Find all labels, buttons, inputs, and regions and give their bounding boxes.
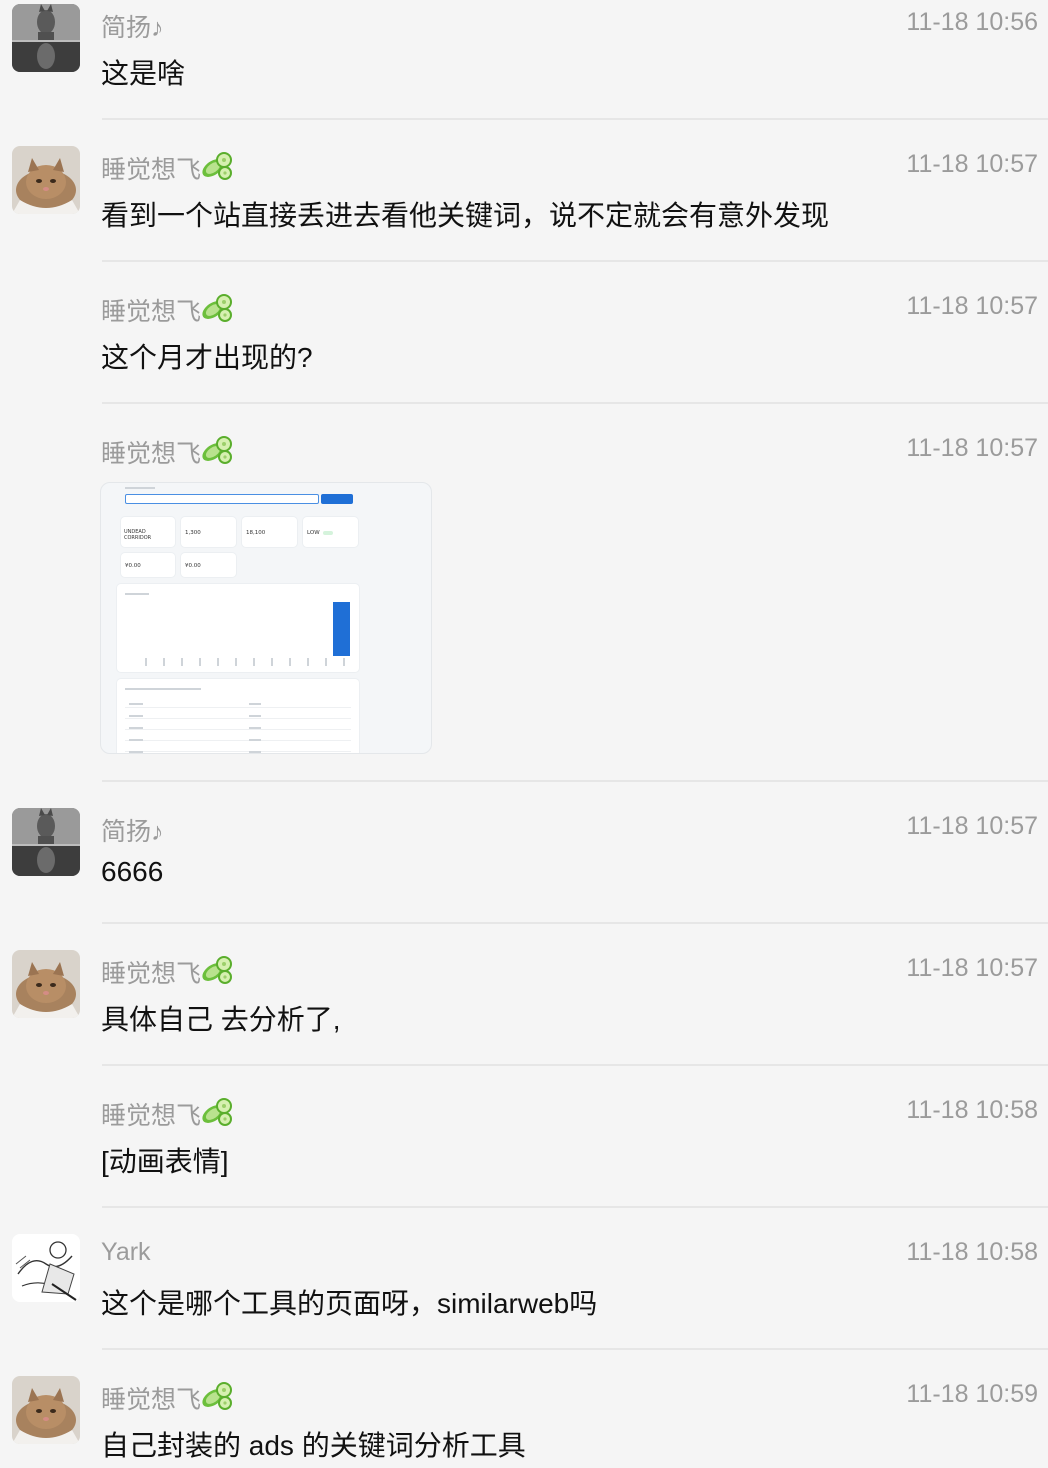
chat-log: 简扬♪ 11-18 10:56 这是啥 睡觉想飞 11-18 10:57 看到一… <box>0 0 1048 1468</box>
cucumber-icon <box>200 152 232 181</box>
message-time: 11-18 10:56 <box>906 8 1038 36</box>
message-time: 11-18 10:58 <box>906 1238 1038 1266</box>
message-time: 11-18 10:57 <box>906 150 1038 178</box>
sender-name[interactable]: 睡觉想飞 <box>101 434 201 470</box>
stat-card: LOW <box>303 517 358 547</box>
message-text: 这是啥 <box>101 58 186 89</box>
cucumber-icon <box>200 1098 232 1127</box>
sender-name[interactable]: 睡觉想飞 <box>101 292 201 328</box>
message-text: [动画表情] <box>101 1146 229 1177</box>
shared-screenshot-image[interactable]: UNDEAD CORRIDOR 1,300 18,100 LOW ¥0.00 ¥… <box>100 482 432 754</box>
avatar[interactable] <box>12 4 80 72</box>
analyze-button <box>321 494 353 504</box>
message-divider <box>102 1348 1048 1350</box>
reflection-cat-avatar-icon <box>12 808 80 876</box>
stat-value: LOW <box>307 530 320 536</box>
table-volume-column <box>249 703 261 753</box>
chart-x-axis <box>129 658 351 666</box>
stat-value: 18,100 <box>246 530 266 536</box>
message-time: 11-18 10:58 <box>906 1096 1038 1124</box>
message-divider <box>102 1206 1048 1208</box>
avatar[interactable] <box>12 1376 80 1444</box>
price-value: ¥0.00 <box>125 563 141 569</box>
cucumber-icon <box>200 294 232 323</box>
message-divider <box>102 402 1048 404</box>
tool-title-placeholder <box>125 487 155 489</box>
stat-card: ¥0.00 <box>181 553 236 577</box>
cat-avatar-icon <box>12 146 80 214</box>
stat-card: UNDEAD CORRIDOR <box>121 517 175 547</box>
sender-name[interactable]: 睡觉想飞 <box>101 1380 201 1416</box>
message-text: 看到一个站直接丢进去看他关键词，说不定就会有意外发现 <box>101 200 830 231</box>
stat-value: 1,300 <box>185 530 201 536</box>
status-badge <box>323 531 333 535</box>
message-time: 11-18 10:57 <box>906 812 1038 840</box>
trend-chart-card <box>117 584 359 672</box>
sender-name[interactable]: 简扬♪ <box>101 8 164 44</box>
message-text: 自己封装的 ads 的关键词分析工具 <box>101 1430 526 1461</box>
keyword-value: UNDEAD CORRIDOR <box>124 529 152 541</box>
sender-name[interactable]: 简扬♪ <box>101 812 164 848</box>
stat-card: 18,100 <box>242 517 297 547</box>
message-time: 11-18 10:57 <box>906 434 1038 462</box>
message-divider <box>102 260 1048 262</box>
cucumber-icon <box>200 956 232 985</box>
stat-card: ¥0.00 <box>121 553 175 577</box>
message-divider <box>102 780 1048 782</box>
message-divider <box>102 1064 1048 1066</box>
cat-avatar-icon <box>12 1376 80 1444</box>
sender-name[interactable]: 睡觉想飞 <box>101 954 201 990</box>
sketch-avatar-icon <box>12 1234 80 1302</box>
avatar[interactable] <box>12 950 80 1018</box>
stat-card: 1,300 <box>181 517 236 547</box>
message-text: 具体自己 去分析了, <box>101 1004 341 1035</box>
monthly-table-card <box>117 679 359 753</box>
reflection-cat-avatar-icon <box>12 4 80 72</box>
search-input <box>125 494 319 504</box>
message-divider <box>102 922 1048 924</box>
message-text: 6666 <box>101 856 164 887</box>
table-rows <box>125 697 351 753</box>
message-time: 11-18 10:57 <box>906 292 1038 320</box>
message-time: 11-18 10:59 <box>906 1380 1038 1408</box>
chart-bar <box>333 602 350 656</box>
message-text: 这个是哪个工具的页面呀，similarweb吗 <box>101 1288 598 1319</box>
message-divider <box>102 118 1048 120</box>
cat-avatar-icon <box>12 950 80 1018</box>
avatar[interactable] <box>12 1234 80 1302</box>
sender-name[interactable]: Yark <box>101 1238 151 1267</box>
table-month-column <box>129 703 143 753</box>
chart-title-placeholder <box>125 593 149 595</box>
table-title-placeholder <box>125 688 201 690</box>
avatar[interactable] <box>12 146 80 214</box>
cucumber-icon <box>200 436 232 465</box>
sender-name[interactable]: 睡觉想飞 <box>101 1096 201 1132</box>
sender-name[interactable]: 睡觉想飞 <box>101 150 201 186</box>
price-value: ¥0.00 <box>185 563 201 569</box>
message-text: 这个月才出现的? <box>101 342 313 373</box>
cucumber-icon <box>200 1382 232 1411</box>
avatar[interactable] <box>12 808 80 876</box>
message-time: 11-18 10:57 <box>906 954 1038 982</box>
